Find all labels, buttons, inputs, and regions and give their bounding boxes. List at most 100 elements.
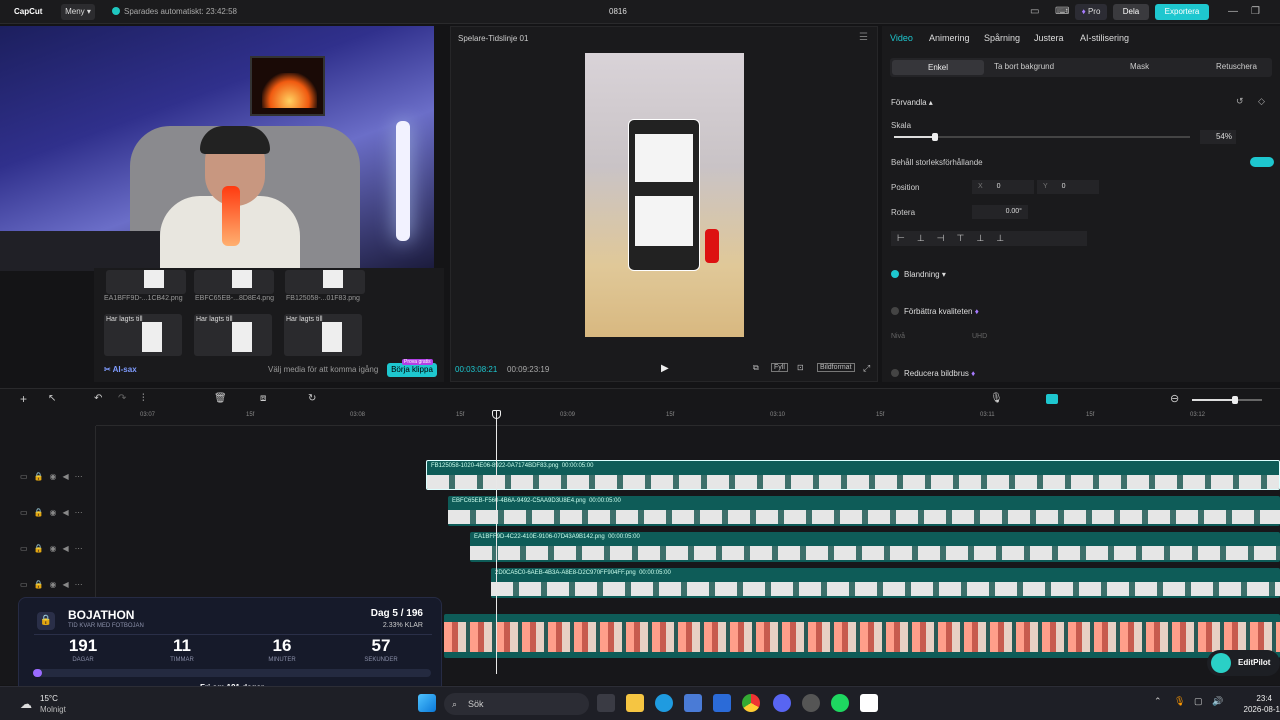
playhead-handle[interactable] xyxy=(492,410,501,419)
phone-overlay[interactable] xyxy=(628,119,700,271)
clock-time[interactable]: 23:4 xyxy=(1242,694,1272,703)
volume-icon[interactable]: 🔊 xyxy=(1212,696,1223,707)
chrome-icon[interactable] xyxy=(742,694,760,712)
minutes-value: 16 xyxy=(272,636,292,655)
spotify-icon[interactable] xyxy=(831,694,849,712)
windows-start-icon[interactable] xyxy=(418,694,436,712)
play-icon[interactable]: ▶ xyxy=(661,363,669,374)
add-track-icon[interactable]: + xyxy=(20,392,27,406)
subtab-remove-bg[interactable]: Ta bort bakgrund xyxy=(994,62,1054,71)
delete-icon[interactable]: 🗑 xyxy=(214,393,227,404)
layout-icon[interactable]: ▭ xyxy=(1030,6,1039,17)
rotate-input[interactable]: 0.00° xyxy=(972,205,1028,219)
network-icon[interactable]: ▢ xyxy=(1194,696,1203,707)
weather-icon: ☁ xyxy=(20,697,32,711)
mic-icon[interactable]: 🎙 xyxy=(990,393,1003,404)
microphone xyxy=(222,186,240,246)
tab-video[interactable]: Video xyxy=(890,33,913,43)
level-label: Nivå xyxy=(891,333,906,340)
position-y-input[interactable]: Y0 xyxy=(1037,180,1099,194)
media-thumb[interactable] xyxy=(194,270,274,294)
mail-icon[interactable] xyxy=(713,694,731,712)
seconds-label: SEKUNDER xyxy=(364,657,398,663)
split-icon[interactable]: ⫶ xyxy=(142,393,145,404)
player-menu-icon[interactable]: ☰ xyxy=(859,32,868,43)
timeline-clip[interactable]: FB125058-1020-4E06-8922-0A7174BDF83.png … xyxy=(426,460,1280,490)
denoise-checkbox[interactable] xyxy=(891,369,899,377)
select-tool-icon[interactable]: ↖ xyxy=(48,393,56,404)
shortcuts-icon[interactable]: ⌨ xyxy=(1055,6,1069,17)
tray-mic-icon[interactable]: 🎙 xyxy=(1174,696,1185,707)
undo-icon[interactable]: ↶ xyxy=(94,393,102,404)
enhance-label[interactable]: Förbättra kvaliteten ♦ xyxy=(904,307,979,316)
fullscreen-icon[interactable]: ⤢ xyxy=(863,363,870,374)
file-explorer-icon[interactable] xyxy=(626,694,644,712)
blend-checkbox[interactable] xyxy=(891,270,899,278)
denoise-label[interactable]: Reducera bildbrus ♦ xyxy=(904,369,975,378)
scale-slider[interactable] xyxy=(894,133,1190,141)
crop-tool-icon[interactable]: ⧈ xyxy=(260,393,266,404)
keyframe-icon[interactable]: ◇ xyxy=(1258,96,1265,107)
enhance-checkbox[interactable] xyxy=(891,307,899,315)
tray-chevron-icon[interactable]: ⌃ xyxy=(1154,696,1162,707)
subtab-mask[interactable]: Mask xyxy=(1130,62,1149,71)
aspect-ratio-button[interactable]: Bildformat xyxy=(817,363,855,372)
reset-icon[interactable]: ↺ xyxy=(1236,96,1244,107)
rotate-tool-icon[interactable]: ↻ xyxy=(308,393,316,404)
ai-cut-button[interactable]: ✂ AI-sax xyxy=(104,365,137,374)
taskbar-search[interactable]: ⌕ Sök xyxy=(444,693,589,715)
timeline-clip[interactable]: 2D0CA5C0-6AEB-4B3A-A8E8-D2C970FF904FF.pn… xyxy=(491,568,1280,598)
tab-ai-style[interactable]: AI-stilisering xyxy=(1080,33,1129,43)
store-icon[interactable] xyxy=(684,694,702,712)
transform-section[interactable]: Förvandla ▴ xyxy=(891,98,933,107)
blend-label[interactable]: Blandning ▾ xyxy=(904,270,946,279)
scale-input[interactable]: 54% xyxy=(1200,130,1236,144)
export-button[interactable]: Exportera xyxy=(1155,4,1209,20)
editpilot-icon xyxy=(1211,653,1231,673)
crop-icon[interactable]: ⧉ xyxy=(753,363,759,373)
ruler[interactable]: 03:07 15f 03:08 15f 03:09 15f 03:10 15f … xyxy=(96,410,1280,426)
start-editing-button[interactable]: Börja klippa xyxy=(387,363,437,377)
github-icon[interactable] xyxy=(802,694,820,712)
level-select[interactable]: UHD xyxy=(972,330,1270,344)
video-preview[interactable] xyxy=(585,53,744,337)
magnet-icon[interactable] xyxy=(1046,394,1058,404)
zoom-out-icon[interactable]: ⊖ xyxy=(1170,392,1179,405)
media-thumb[interactable]: Har lagts till xyxy=(284,314,362,356)
menu-button[interactable]: Meny ▾ xyxy=(61,4,95,20)
timeline-clip[interactable]: EBFC65EB-F560-4B6A-9492-C5AA9D3U8E4.png … xyxy=(448,496,1280,526)
align-buttons[interactable]: ⊢⊥⊣⊤⊥⊥ xyxy=(891,231,1087,246)
media-thumb[interactable]: Har lagts till xyxy=(194,314,272,356)
clock-date[interactable]: 2026-08-1 xyxy=(1232,705,1280,714)
tab-tracking[interactable]: Spårning xyxy=(984,33,1020,43)
edge-icon[interactable] xyxy=(655,694,673,712)
media-thumb[interactable] xyxy=(106,270,186,294)
editpilot-button[interactable]: EditPilot xyxy=(1207,650,1280,676)
maximize-icon[interactable]: ❐ xyxy=(1251,6,1260,17)
playhead[interactable] xyxy=(496,410,497,674)
media-thumb[interactable] xyxy=(285,270,365,294)
project-title[interactable]: 0816 xyxy=(609,7,627,16)
discord-icon[interactable] xyxy=(773,694,791,712)
redo-icon[interactable]: ↷ xyxy=(118,393,126,404)
zoom-slider[interactable] xyxy=(1192,396,1262,404)
timeline-clip[interactable]: EA1BFF9D-4C22-410E-9106-07D43A9B142.png … xyxy=(470,532,1280,562)
weather-text[interactable]: Molnigt xyxy=(40,705,66,714)
keep-ratio-toggle[interactable] xyxy=(1250,157,1274,167)
task-view-icon[interactable] xyxy=(597,694,615,712)
subtab-retouch[interactable]: Retuschera xyxy=(1216,62,1257,71)
subtab-basic[interactable]: Enkel xyxy=(892,60,984,75)
fit-button[interactable]: Fyll xyxy=(771,363,788,372)
tab-adjust[interactable]: Justera xyxy=(1034,33,1064,43)
temperature[interactable]: 15°C xyxy=(40,694,58,703)
position-x-input[interactable]: X0 xyxy=(972,180,1034,194)
minimize-icon[interactable]: — xyxy=(1228,6,1238,17)
snapshot-icon[interactable]: ⊡ xyxy=(797,363,804,372)
main-video-clip[interactable] xyxy=(444,614,1280,658)
share-button[interactable]: Dela xyxy=(1113,4,1149,20)
pro-button[interactable]: ♦ Pro xyxy=(1075,4,1107,20)
tab-animation[interactable]: Animering xyxy=(929,33,970,43)
media-thumb[interactable]: Har lagts till xyxy=(104,314,182,356)
media-name: EA1BFF9D-...1CB42.png xyxy=(104,295,183,302)
capcut-icon[interactable] xyxy=(860,694,878,712)
